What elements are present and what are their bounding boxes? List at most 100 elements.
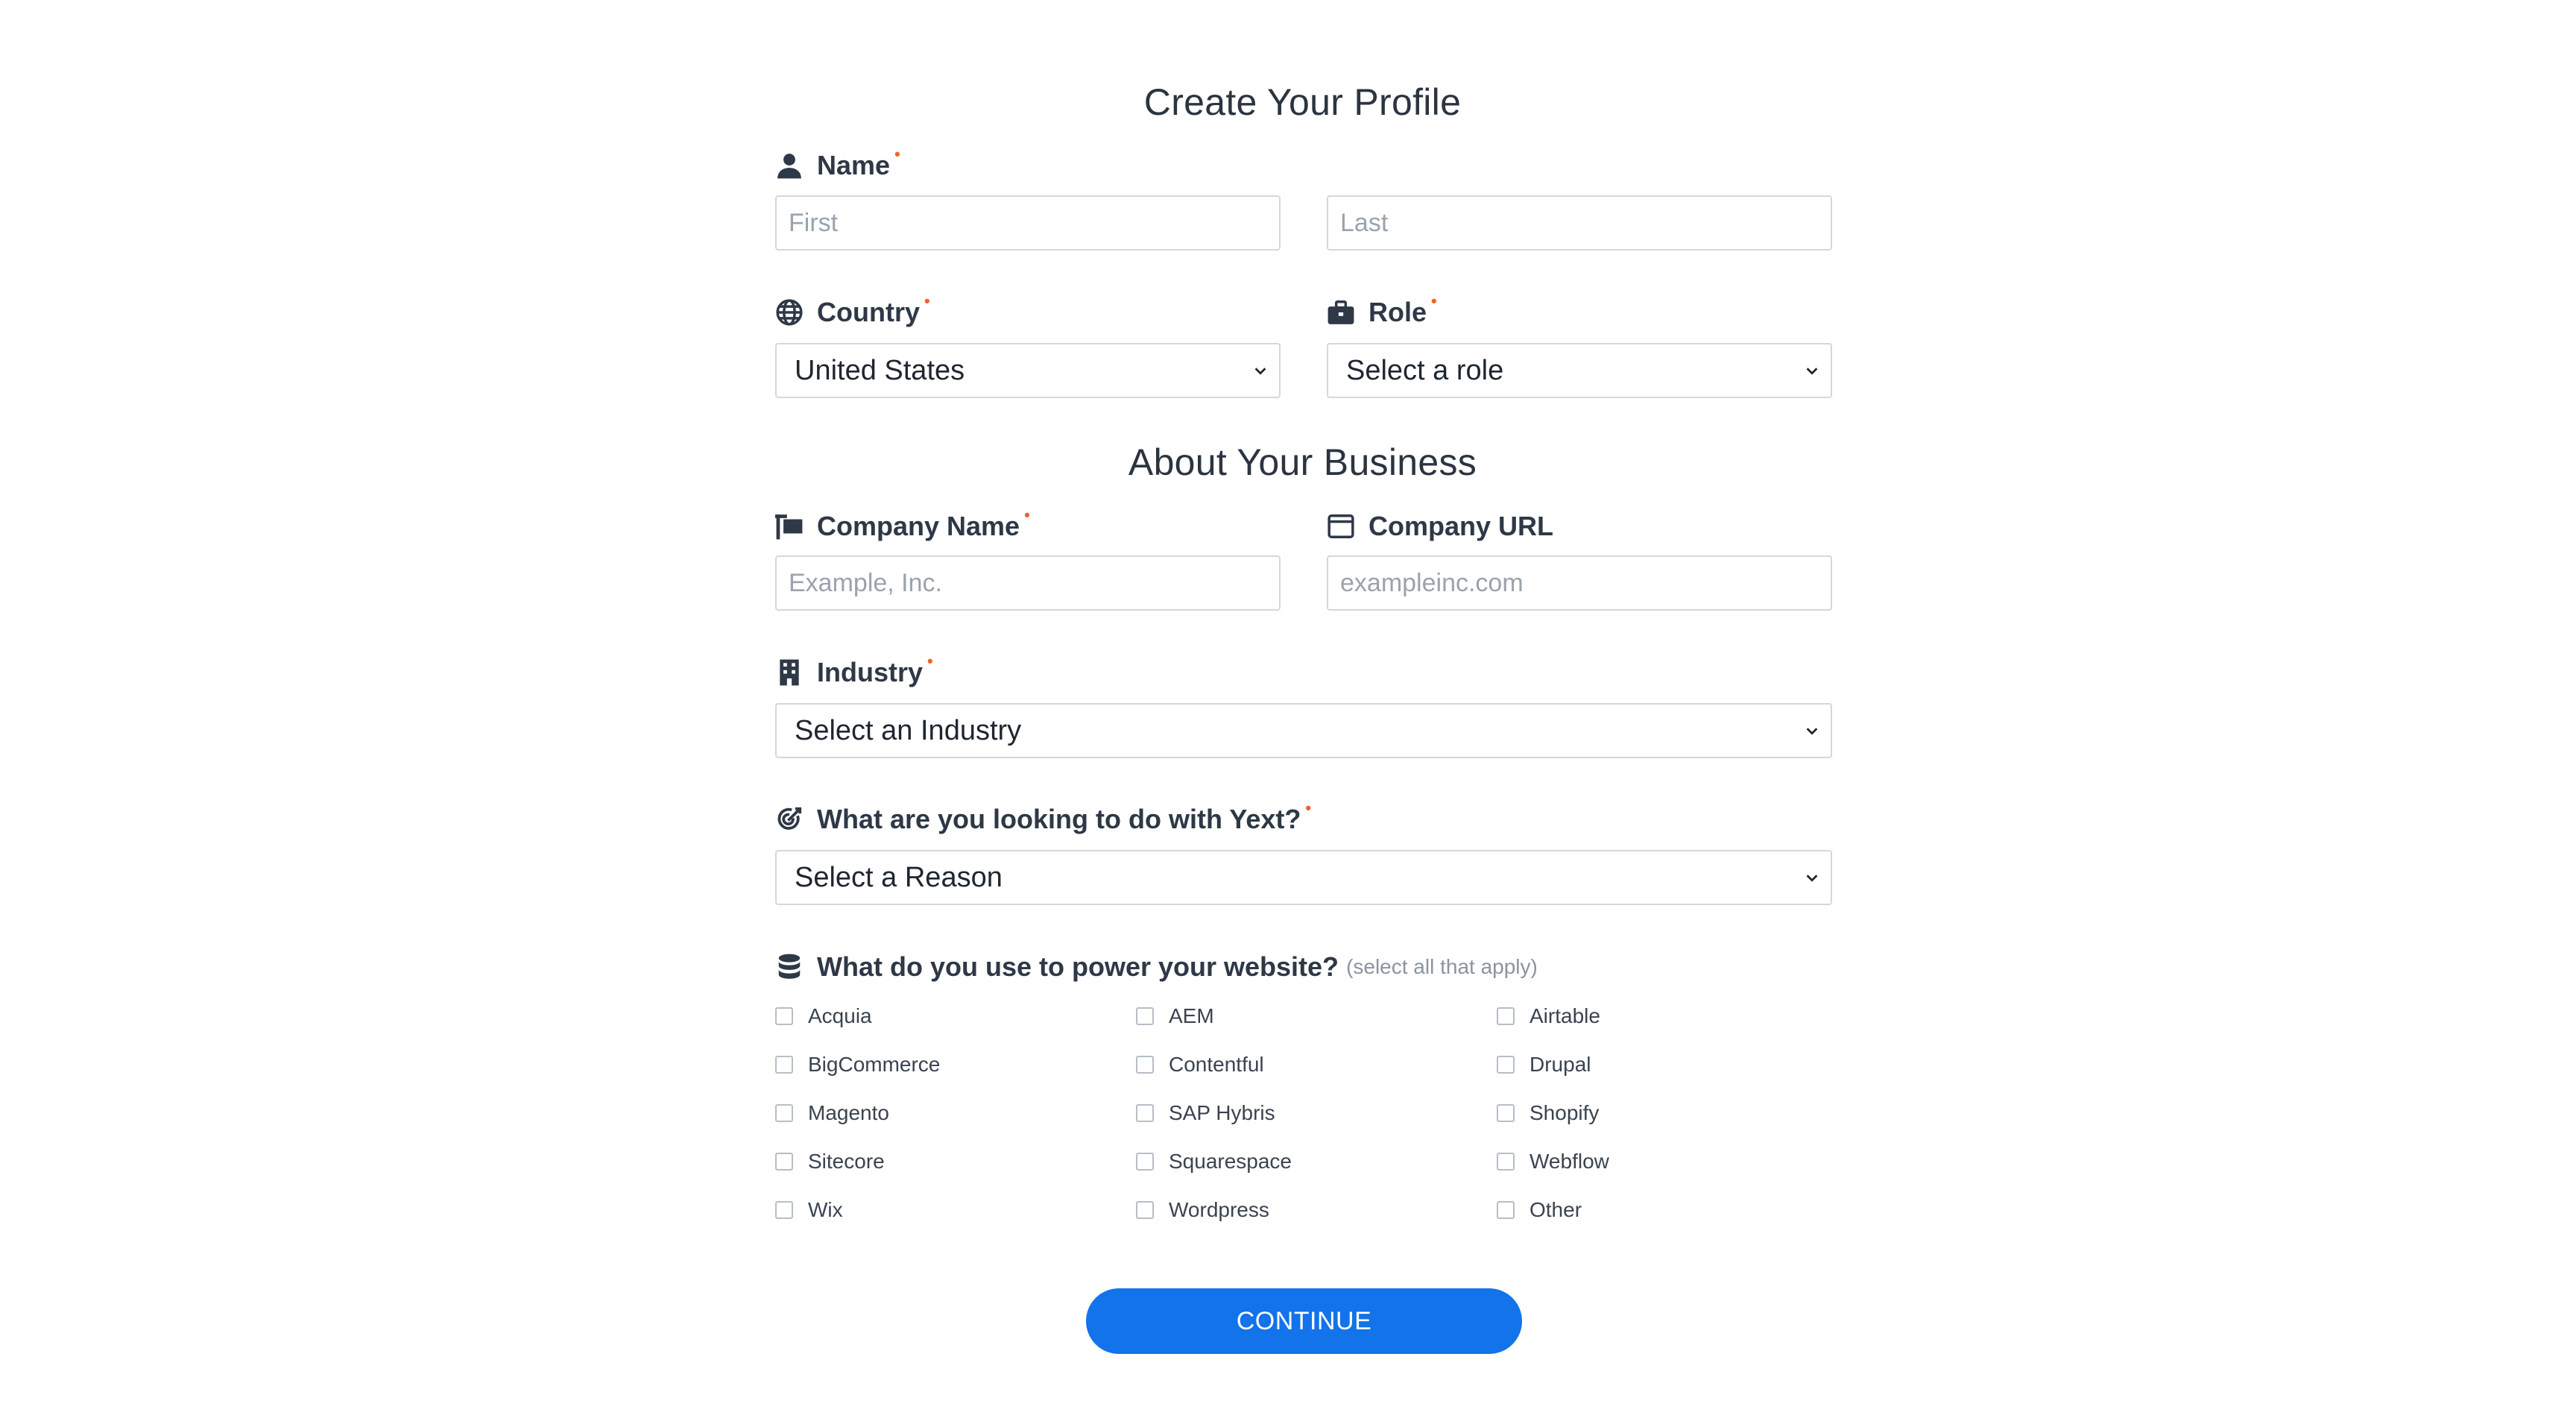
required-marker: •: [1024, 505, 1030, 524]
checkbox-label: Shopify: [1530, 1101, 1600, 1124]
company-name-label: Company Name •: [775, 505, 1281, 543]
continue-button[interactable]: CONTINUE: [1086, 1288, 1522, 1354]
globe-icon: [775, 298, 804, 327]
checkbox-shopify[interactable]: Shopify: [1497, 1098, 1599, 1128]
industry-select-value: Select an Industry: [795, 714, 1022, 746]
industry-label-text: Industry: [817, 657, 924, 687]
checkbox-label: Magento: [808, 1101, 889, 1124]
country-select-value: United States: [795, 354, 965, 386]
platforms-label: What do you use to power your website? (…: [775, 951, 1830, 983]
browser-window-icon: [1327, 512, 1355, 541]
checkbox-label: Airtable: [1530, 1004, 1600, 1027]
checkbox-box[interactable]: [1136, 1104, 1154, 1122]
chevron-down-icon: [1806, 875, 1818, 882]
checkbox-magento[interactable]: Magento: [775, 1098, 889, 1128]
required-marker: •: [894, 145, 900, 163]
checkbox-label: Wordpress: [1169, 1198, 1269, 1221]
checkbox-squarespace[interactable]: Squarespace: [1136, 1147, 1292, 1176]
checkbox-box[interactable]: [1136, 1007, 1154, 1025]
building-icon: [775, 658, 804, 687]
last-name-input[interactable]: [1327, 195, 1832, 251]
chevron-down-icon: [1806, 728, 1818, 735]
industry-label: Industry •: [775, 652, 1830, 689]
checkbox-webflow[interactable]: Webflow: [1497, 1147, 1609, 1176]
checkbox-other[interactable]: Other: [1497, 1195, 1582, 1225]
checkbox-box[interactable]: [1497, 1153, 1515, 1171]
industry-field: Industry •: [775, 652, 1830, 689]
first-name-input[interactable]: [775, 195, 1281, 251]
checkbox-label: Wix: [808, 1198, 843, 1221]
required-marker: •: [1431, 292, 1437, 310]
checkbox-label: Acquia: [808, 1004, 872, 1027]
checkbox-label: Squarespace: [1169, 1150, 1292, 1173]
checkbox-box[interactable]: [1136, 1056, 1154, 1074]
flag-icon: [775, 512, 804, 541]
checkbox-label: Other: [1530, 1198, 1582, 1221]
name-label: Name •: [775, 145, 1830, 182]
checkbox-box[interactable]: [1497, 1056, 1515, 1074]
reason-select-value: Select a Reason: [795, 861, 1003, 893]
checkbox-acquia[interactable]: Acquia: [775, 1001, 872, 1031]
checkbox-box[interactable]: [775, 1153, 793, 1171]
name-field: Name •: [775, 145, 1830, 182]
user-icon: [775, 151, 804, 180]
role-select-value: Select a role: [1346, 354, 1504, 386]
company-name-label-text: Company Name: [817, 511, 1020, 541]
checkbox-label: AEM: [1169, 1004, 1214, 1027]
reason-label: What are you looking to do with Yext? •: [775, 798, 1830, 836]
checkbox-sitecore[interactable]: Sitecore: [775, 1147, 885, 1176]
reason-label-text: What are you looking to do with Yext?: [817, 804, 1301, 834]
checkbox-bigcommerce[interactable]: BigCommerce: [775, 1050, 940, 1080]
checkbox-label: BigCommerce: [808, 1053, 941, 1076]
company-url-label: Company URL: [1327, 510, 1832, 543]
company-url-label-text: Company URL: [1368, 511, 1554, 541]
checkbox-sap-hybris[interactable]: SAP Hybris: [1136, 1098, 1275, 1128]
checkbox-airtable[interactable]: Airtable: [1497, 1001, 1600, 1031]
checkbox-wordpress[interactable]: Wordpress: [1136, 1195, 1269, 1225]
checkbox-wix[interactable]: Wix: [775, 1195, 843, 1225]
role-select[interactable]: Select a role: [1327, 343, 1832, 398]
required-marker: •: [1305, 798, 1312, 817]
platforms-label-text: What do you use to power your website?: [817, 951, 1339, 982]
required-marker: •: [927, 652, 933, 670]
checkbox-box[interactable]: [775, 1007, 793, 1025]
checkbox-label: Webflow: [1530, 1150, 1609, 1173]
reason-field: What are you looking to do with Yext? •: [775, 798, 1830, 836]
checkbox-drupal[interactable]: Drupal: [1497, 1050, 1591, 1080]
checkbox-box[interactable]: [1136, 1201, 1154, 1219]
briefcase-icon: [1327, 298, 1355, 327]
checkbox-box[interactable]: [1136, 1153, 1154, 1171]
chevron-down-icon: [1806, 368, 1818, 375]
name-label-text: Name: [817, 150, 891, 180]
checkbox-aem[interactable]: AEM: [1136, 1001, 1214, 1031]
chevron-down-icon: [1254, 368, 1266, 375]
checkbox-box[interactable]: [775, 1056, 793, 1074]
checkbox-box[interactable]: [775, 1104, 793, 1122]
company-url-field: Company URL: [1327, 510, 1832, 543]
target-icon: [775, 805, 804, 834]
checkbox-label: SAP Hybris: [1169, 1101, 1275, 1124]
checkbox-box[interactable]: [775, 1201, 793, 1219]
role-label-text: Role: [1368, 297, 1427, 327]
reason-select[interactable]: Select a Reason: [775, 850, 1832, 905]
section-title-business: About Your Business: [1128, 441, 1477, 483]
industry-select[interactable]: Select an Industry: [775, 703, 1832, 758]
checkbox-box[interactable]: [1497, 1201, 1515, 1219]
database-icon: [775, 953, 804, 981]
required-marker: •: [924, 292, 930, 310]
company-url-input[interactable]: [1327, 555, 1832, 611]
country-label: Country •: [775, 292, 1281, 329]
checkbox-box[interactable]: [1497, 1007, 1515, 1025]
checkbox-contentful[interactable]: Contentful: [1136, 1050, 1264, 1080]
section-title-profile: Create Your Profile: [1143, 81, 1462, 123]
checkbox-label: Drupal: [1530, 1053, 1591, 1076]
country-label-text: Country: [817, 297, 920, 327]
country-field: Country •: [775, 292, 1281, 329]
role-field: Role •: [1327, 292, 1832, 329]
company-name-field: Company Name •: [775, 505, 1281, 543]
checkbox-box[interactable]: [1497, 1104, 1515, 1122]
country-select[interactable]: United States: [775, 343, 1281, 398]
checkbox-label: Sitecore: [808, 1150, 885, 1173]
company-name-input[interactable]: [775, 555, 1281, 611]
platforms-field: What do you use to power your website? (…: [775, 951, 1830, 983]
